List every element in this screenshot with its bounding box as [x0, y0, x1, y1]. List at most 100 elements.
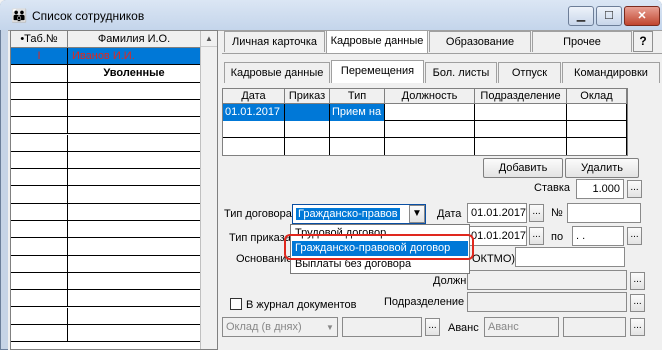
grid-cell-name[interactable]: [68, 169, 201, 187]
rate-label: Ставка: [534, 182, 570, 194]
delete-button[interactable]: Удалить: [565, 158, 639, 178]
grid-cell-number[interactable]: [11, 82, 68, 100]
table-row[interactable]: 01.01.2017 Прием на: [223, 104, 627, 121]
help-button[interactable]: ?: [633, 31, 653, 52]
grid-cell-name[interactable]: Иванов И.И.: [68, 48, 201, 66]
department-field[interactable]: [467, 292, 627, 312]
grid-scrollbar[interactable]: ▲: [200, 31, 217, 349]
grid-cell-number[interactable]: [11, 186, 68, 204]
grid-cell-name[interactable]: [68, 134, 201, 152]
grid-cell-number[interactable]: I: [11, 48, 68, 66]
minimize-button[interactable]: ▁: [568, 6, 594, 26]
grid-cell-name[interactable]: [68, 307, 201, 325]
grid-cell-name[interactable]: [68, 290, 201, 308]
grid-cell-number[interactable]: [11, 151, 68, 170]
grid-header-number[interactable]: •Таб.№: [11, 31, 68, 48]
journal-checkbox[interactable]: [230, 298, 242, 310]
grid-cell-number[interactable]: [11, 169, 68, 187]
col-salary[interactable]: Оклад: [567, 89, 627, 104]
grid-cell-number[interactable]: [11, 221, 68, 239]
order-date-field[interactable]: 01.01.2017: [467, 226, 527, 246]
position-field[interactable]: [467, 270, 627, 290]
grid-cell-name[interactable]: [68, 151, 201, 170]
grid-cell-name[interactable]: [68, 99, 201, 118]
col-type[interactable]: Тип: [330, 89, 385, 104]
grid-cell-number[interactable]: [11, 255, 68, 273]
scroll-up-icon[interactable]: ▲: [201, 31, 217, 47]
cell-type[interactable]: Прием на: [330, 104, 385, 121]
date-label: Дата: [437, 208, 462, 220]
grid-cell-number[interactable]: [11, 238, 68, 256]
col-position[interactable]: Должность: [385, 89, 475, 104]
movements-table[interactable]: Дата Приказ Тип Должность Подразделение …: [222, 88, 628, 156]
tab-personal-card[interactable]: Личная карточка: [224, 31, 325, 52]
date-picker-button[interactable]: ...: [529, 204, 544, 222]
col-order[interactable]: Приказ: [285, 89, 330, 104]
maximize-button[interactable]: ☐: [596, 6, 622, 26]
grid-cell-number[interactable]: [11, 99, 68, 118]
cell-date[interactable]: 01.01.2017: [223, 104, 285, 121]
oktmo-field[interactable]: [515, 247, 625, 267]
rate-picker-button[interactable]: ...: [627, 180, 642, 198]
grid-cell-number[interactable]: [11, 134, 68, 152]
subtab-hr-data[interactable]: Кадровые данные: [224, 62, 330, 83]
chevron-down-icon[interactable]: ▼: [326, 321, 334, 335]
date-field[interactable]: 01.01.2017: [467, 203, 527, 223]
rate-field[interactable]: 1.000: [576, 179, 624, 199]
grid-cell-number[interactable]: [11, 65, 68, 83]
grid-cell-name[interactable]: [68, 238, 201, 256]
subtab-movements[interactable]: Перемещения: [331, 60, 424, 83]
employee-grid[interactable]: •Таб.№ Фамилия И.О. I Иванов И.И. Уволенны…: [10, 30, 218, 350]
cell-position[interactable]: [385, 104, 475, 121]
position-picker-button[interactable]: ...: [630, 272, 645, 290]
grid-cell-name[interactable]: Уволенные: [68, 65, 201, 83]
to-date-picker-button[interactable]: ...: [627, 227, 642, 245]
to-label: по: [551, 231, 564, 243]
grid-cell-name[interactable]: [68, 272, 201, 291]
cell-order[interactable]: [285, 104, 330, 121]
number-field[interactable]: [567, 203, 641, 223]
grid-cell-name[interactable]: [68, 117, 201, 135]
people-icon: 👪: [11, 8, 28, 23]
grid-cell-number[interactable]: [11, 272, 68, 291]
table-row[interactable]: [223, 138, 627, 155]
grid-cell-number[interactable]: [11, 307, 68, 325]
advance-picker-button[interactable]: ...: [630, 318, 645, 336]
add-button[interactable]: Добавить: [483, 158, 563, 178]
number-label: №: [551, 207, 563, 219]
grid-cell-name[interactable]: [68, 82, 201, 100]
contract-type-select[interactable]: Гражданско-правов: [292, 204, 426, 224]
salary-picker-button[interactable]: ...: [425, 318, 440, 336]
grid-cell-name[interactable]: [68, 324, 201, 343]
grid-cell-number[interactable]: [11, 324, 68, 343]
grid-cell-number[interactable]: [11, 290, 68, 308]
grid-cell-name[interactable]: [68, 255, 201, 273]
order-date-picker-button[interactable]: ...: [529, 227, 544, 245]
tab-hr-data[interactable]: Кадровые данные: [326, 30, 428, 53]
grid-cell-name[interactable]: [68, 203, 201, 221]
salary-mode-select[interactable]: Оклад (в днях): [222, 317, 338, 337]
col-date[interactable]: Дата: [223, 89, 285, 104]
advance-amount-field[interactable]: [563, 317, 626, 337]
subtab-sick-leave[interactable]: Бол. листы: [425, 62, 497, 83]
advance-select[interactable]: Аванс: [484, 317, 559, 337]
subtab-vacation[interactable]: Отпуск: [498, 62, 561, 83]
cell-department[interactable]: [475, 104, 567, 121]
subtab-business-trips[interactable]: Командировки: [562, 62, 660, 83]
salary-amount-field[interactable]: [342, 317, 422, 337]
tab-other[interactable]: Прочее: [532, 31, 632, 52]
grid-cell-number[interactable]: [11, 117, 68, 135]
table-row[interactable]: [223, 121, 627, 138]
grid-header-name[interactable]: Фамилия И.О.: [68, 31, 201, 48]
oktmo-label: ОКТМО): [472, 253, 516, 265]
grid-cell-number[interactable]: [11, 203, 68, 221]
chevron-down-icon[interactable]: ▼: [409, 205, 425, 223]
grid-cell-name[interactable]: [68, 221, 201, 239]
cell-salary[interactable]: [567, 104, 627, 121]
to-date-field[interactable]: . .: [572, 226, 624, 246]
close-button[interactable]: ✕: [624, 6, 660, 26]
tab-education[interactable]: Образование: [429, 31, 531, 52]
col-department[interactable]: Подразделение: [475, 89, 567, 104]
grid-cell-name[interactable]: [68, 186, 201, 204]
department-picker-button[interactable]: ...: [630, 294, 645, 312]
